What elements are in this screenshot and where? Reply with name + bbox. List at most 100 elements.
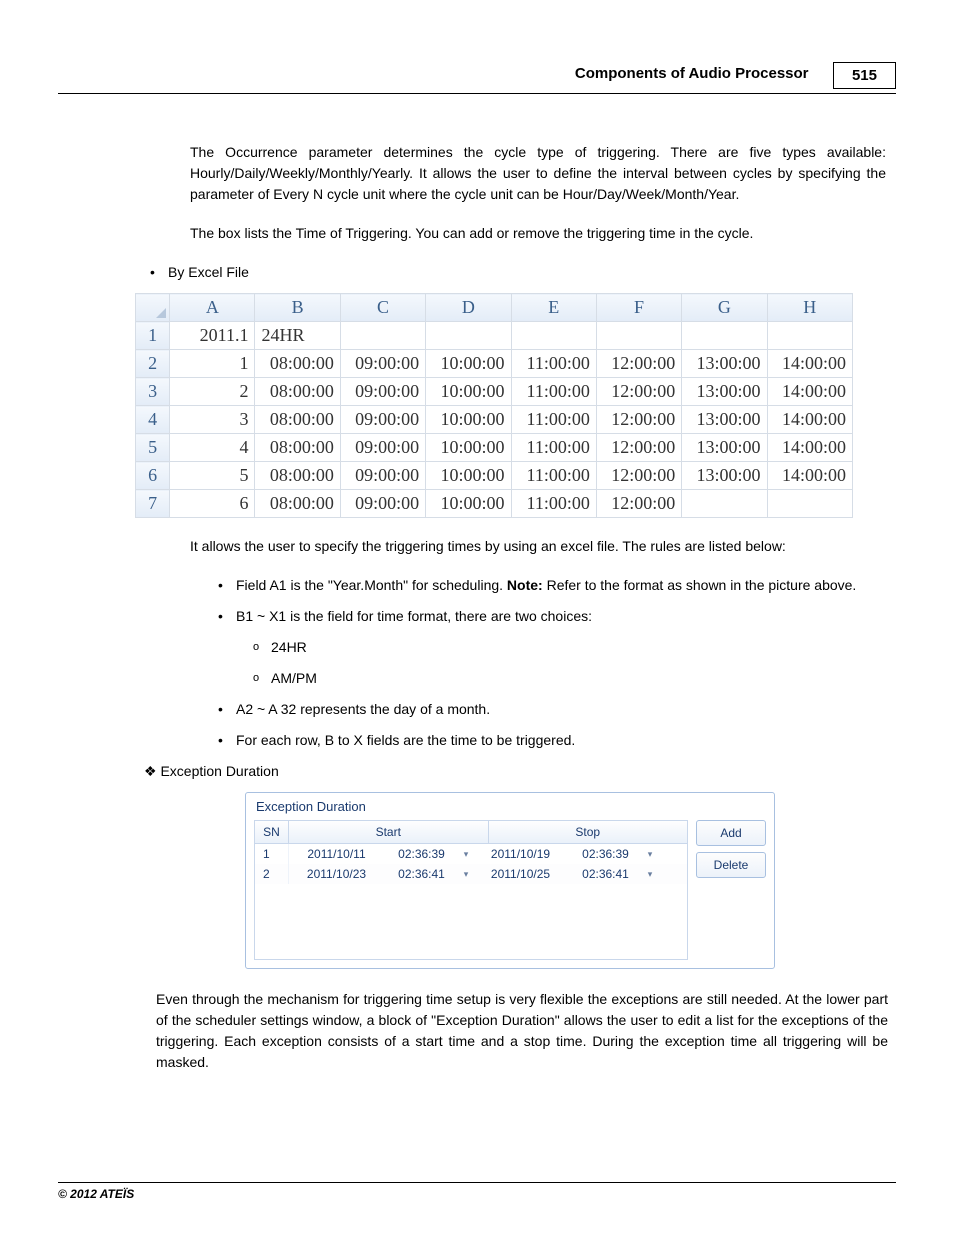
dropdown-icon[interactable]: ▾ [459,846,473,863]
col-header-stop: Stop [489,821,688,843]
excel-time-cell: 13:00:00 [682,378,767,406]
page-header: Components of Audio Processor 515 [58,60,896,94]
excel-rowhdr: 5 [136,434,170,462]
dropdown-icon[interactable]: ▾ [643,846,657,863]
excel-day-cell: 3 [170,406,255,434]
cell-start-time[interactable]: 02:36:39 [384,844,459,864]
excel-table: ABCDEFGH 12011.124HR2108:00:0009:00:0010… [135,293,853,518]
excel-day-cell: 5 [170,462,255,490]
excel-col-C: C [340,294,425,322]
excel-time-cell: 09:00:00 [340,434,425,462]
excel-time-cell: 09:00:00 [340,462,425,490]
excel-time-cell: 14:00:00 [767,434,852,462]
cell-stop-time[interactable]: 02:36:39 [568,844,643,864]
excel-time-cell: 08:00:00 [255,462,340,490]
excel-corner [136,294,170,322]
bullet-by-excel: • By Excel File [150,262,896,283]
bullet-dot-icon: • [218,575,236,596]
cell-stop-date[interactable]: 2011/10/19 [473,844,568,864]
excel-rowhdr-1: 1 [136,322,170,350]
dropdown-icon[interactable]: ▾ [643,866,657,883]
after-excel-para: It allows the user to specify the trigge… [190,536,886,557]
cell-sn: 2 [255,864,289,884]
excel-day-cell: 6 [170,490,255,518]
rule-text: A2 ~ A 32 represents the day of a month. [236,699,886,720]
rule-text: Field A1 is the "Year.Month" for schedul… [236,575,886,596]
excel-time-cell: 11:00:00 [511,350,596,378]
exception-row[interactable]: 22011/10/2302:36:41▾2011/10/2502:36:41▾ [255,864,687,884]
excel-cell-a1: 2011.1 [170,322,255,350]
cell-start-date[interactable]: 2011/10/23 [289,864,384,884]
sub-bullet: o24HR [253,637,896,658]
excel-time-cell: 10:00:00 [426,378,511,406]
sub-bullet-text: AM/PM [271,668,896,689]
rule-bullet: •B1 ~ X1 is the field for time format, t… [218,606,886,627]
excel-time-cell: 10:00:00 [426,434,511,462]
section-exception-label: Exception Duration [160,763,278,779]
excel-time-cell [682,490,767,518]
excel-time-cell: 11:00:00 [511,378,596,406]
excel-time-cell: 14:00:00 [767,378,852,406]
delete-button[interactable]: Delete [696,852,766,878]
exception-grid: SN Start Stop 12011/10/1102:36:39▾2011/1… [254,820,688,960]
rule-text: For each row, B to X fields are the time… [236,730,886,751]
excel-rowhdr: 6 [136,462,170,490]
cell-start-date[interactable]: 2011/10/11 [289,844,384,864]
excel-time-cell: 08:00:00 [255,434,340,462]
excel-day-cell: 4 [170,434,255,462]
exception-duration-panel: Exception Duration SN Start Stop 12011/1… [245,792,775,969]
cell-start-time[interactable]: 02:36:41 [384,864,459,884]
excel-time-cell: 12:00:00 [596,434,681,462]
intro-para-1: The Occurrence parameter determines the … [190,142,886,205]
excel-time-cell: 12:00:00 [596,462,681,490]
cell-stop-date[interactable]: 2011/10/25 [473,864,568,884]
exception-row[interactable]: 12011/10/1102:36:39▾2011/10/1902:36:39▾ [255,844,687,864]
bullet-dot-icon: • [150,262,168,283]
cell-stop-time[interactable]: 02:36:41 [568,864,643,884]
excel-time-cell: 13:00:00 [682,434,767,462]
excel-time-cell: 10:00:00 [426,350,511,378]
bullet-by-excel-text: By Excel File [168,262,896,283]
excel-time-cell: 13:00:00 [682,462,767,490]
excel-cell-blank [340,322,425,350]
excel-time-cell: 11:00:00 [511,406,596,434]
excel-col-G: G [682,294,767,322]
excel-time-cell: 10:00:00 [426,406,511,434]
excel-cell-b1: 24HR [255,322,340,350]
footer-copyright: © 2012 ATEÏS [58,1182,896,1201]
col-header-sn: SN [255,821,289,843]
panel-title: Exception Duration [254,799,766,814]
excel-day-cell: 1 [170,350,255,378]
excel-rowhdr: 3 [136,378,170,406]
excel-time-cell: 12:00:00 [596,350,681,378]
excel-cell-blank [596,322,681,350]
add-button[interactable]: Add [696,820,766,846]
excel-time-cell: 10:00:00 [426,462,511,490]
excel-col-B: B [255,294,340,322]
header-title: Components of Audio Processor [575,65,809,82]
bullet-dot-icon: • [218,699,236,720]
excel-time-cell: 11:00:00 [511,434,596,462]
excel-col-E: E [511,294,596,322]
excel-time-cell: 12:00:00 [596,406,681,434]
excel-time-cell: 13:00:00 [682,406,767,434]
excel-time-cell: 09:00:00 [340,490,425,518]
intro-para-2: The box lists the Time of Triggering. Yo… [190,223,886,244]
hollow-bullet-icon: o [253,668,271,689]
excel-col-H: H [767,294,852,322]
excel-time-cell: 14:00:00 [767,350,852,378]
sub-bullet: oAM/PM [253,668,896,689]
excel-time-cell: 09:00:00 [340,378,425,406]
dropdown-icon[interactable]: ▾ [459,866,473,883]
excel-time-cell: 08:00:00 [255,350,340,378]
sub-bullet-text: 24HR [271,637,896,658]
excel-cell-blank [511,322,596,350]
diamond-icon: ❖ [144,763,157,779]
col-header-start: Start [289,821,489,843]
excel-time-cell: 13:00:00 [682,350,767,378]
hollow-bullet-icon: o [253,637,271,658]
excel-time-cell: 10:00:00 [426,490,511,518]
rule-bullet: •A2 ~ A 32 represents the day of a month… [218,699,886,720]
excel-time-cell: 14:00:00 [767,406,852,434]
excel-rowhdr: 2 [136,350,170,378]
